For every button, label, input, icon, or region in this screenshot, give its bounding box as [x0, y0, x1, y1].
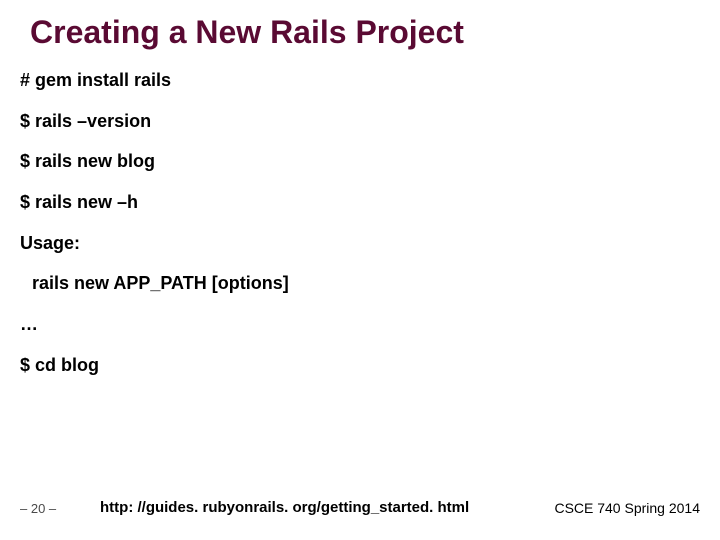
- code-line: $ rails new –h: [20, 192, 700, 213]
- code-line: Usage:: [20, 233, 700, 254]
- slide-number: – 20 –: [20, 501, 56, 516]
- code-line: $ rails new blog: [20, 151, 700, 172]
- slide-body: # gem install rails $ rails –version $ r…: [20, 70, 700, 396]
- code-line: $ cd blog: [20, 355, 700, 376]
- code-line: rails new APP_PATH [options]: [20, 273, 700, 294]
- slide-title: Creating a New Rails Project: [30, 14, 464, 51]
- code-line: $ rails –version: [20, 111, 700, 132]
- course-label: CSCE 740 Spring 2014: [554, 500, 700, 516]
- code-line: …: [20, 314, 700, 335]
- footer-url: http: //guides. rubyonrails. org/getting…: [100, 499, 469, 516]
- slide: Creating a New Rails Project # gem insta…: [0, 0, 720, 540]
- code-line: # gem install rails: [20, 70, 700, 91]
